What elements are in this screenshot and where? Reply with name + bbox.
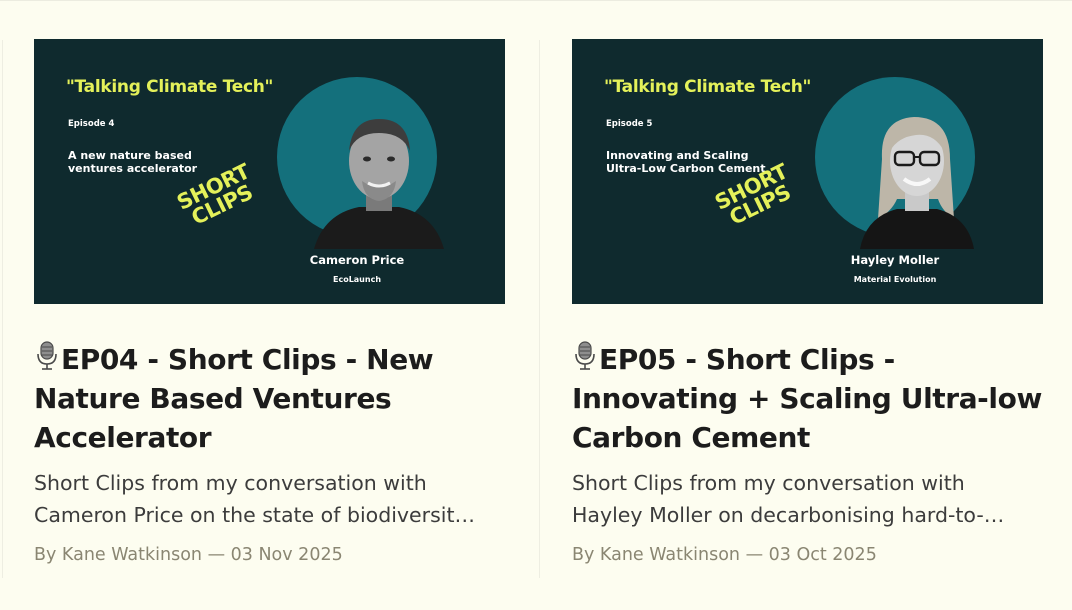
post-excerpt-line: Cameron Price on the state of biodiversi… — [34, 503, 475, 527]
post-card-ep04[interactable]: "Talking Climate Tech" Episode 4 A new n… — [34, 39, 505, 565]
thumbnail-guest-org: EcoLaunch — [332, 275, 382, 284]
thumbnail-guest-name: Cameron Price — [309, 253, 405, 267]
column-divider-middle — [539, 40, 540, 578]
thumbnail-guest-org: Material Evolution — [853, 275, 937, 284]
thumbnail-guest-name: Hayley Moller — [850, 253, 940, 267]
thumbnail-episode-label: Episode 5 — [606, 119, 653, 129]
thumbnail-episode-subtitle: A new nature based ventures accelerator — [68, 149, 198, 175]
post-excerpt: Short Clips from my conversation with Ca… — [34, 467, 505, 531]
post-title[interactable]: EP04 - Short Clips - New Nature Based Ve… — [34, 340, 505, 457]
post-title[interactable]: EP05 - Short Clips - Innovating + Scalin… — [572, 340, 1043, 457]
post-excerpt-line: Hayley Moller on decarbonising hard-to-… — [572, 503, 1005, 527]
guest-portrait — [314, 119, 444, 249]
thumbnail-episode-subtitle: Innovating and Scaling Ultra-Low Carbon … — [606, 149, 766, 175]
post-card-ep05[interactable]: "Talking Climate Tech" Episode 5 Innovat… — [572, 39, 1043, 565]
post-excerpt-line: Short Clips from my conversation with — [572, 471, 965, 495]
post-byline: By Kane Watkinson — 03 Oct 2025 — [572, 545, 877, 565]
guest-portrait — [860, 117, 974, 249]
post-title-text: EP04 - Short Clips - New Nature Based Ve… — [34, 343, 434, 454]
microphone-icon — [575, 341, 595, 370]
post-excerpt-line: Short Clips from my conversation with — [34, 471, 427, 495]
thumbnail-show-title: "Talking Climate Tech" — [604, 77, 812, 97]
top-divider — [0, 0, 1072, 1]
thumbnail-show-title: "Talking Climate Tech" — [66, 77, 274, 97]
post-title-text: EP05 - Short Clips - Innovating + Scalin… — [572, 343, 1042, 454]
column-divider-left — [2, 40, 3, 578]
post-byline: By Kane Watkinson — 03 Nov 2025 — [34, 545, 343, 565]
post-thumbnail[interactable]: "Talking Climate Tech" Episode 5 Innovat… — [572, 39, 1043, 304]
thumbnail-episode-label: Episode 4 — [68, 119, 115, 129]
post-thumbnail[interactable]: "Talking Climate Tech" Episode 4 A new n… — [34, 39, 505, 304]
post-excerpt: Short Clips from my conversation with Ha… — [572, 467, 1043, 531]
microphone-icon — [37, 341, 57, 370]
